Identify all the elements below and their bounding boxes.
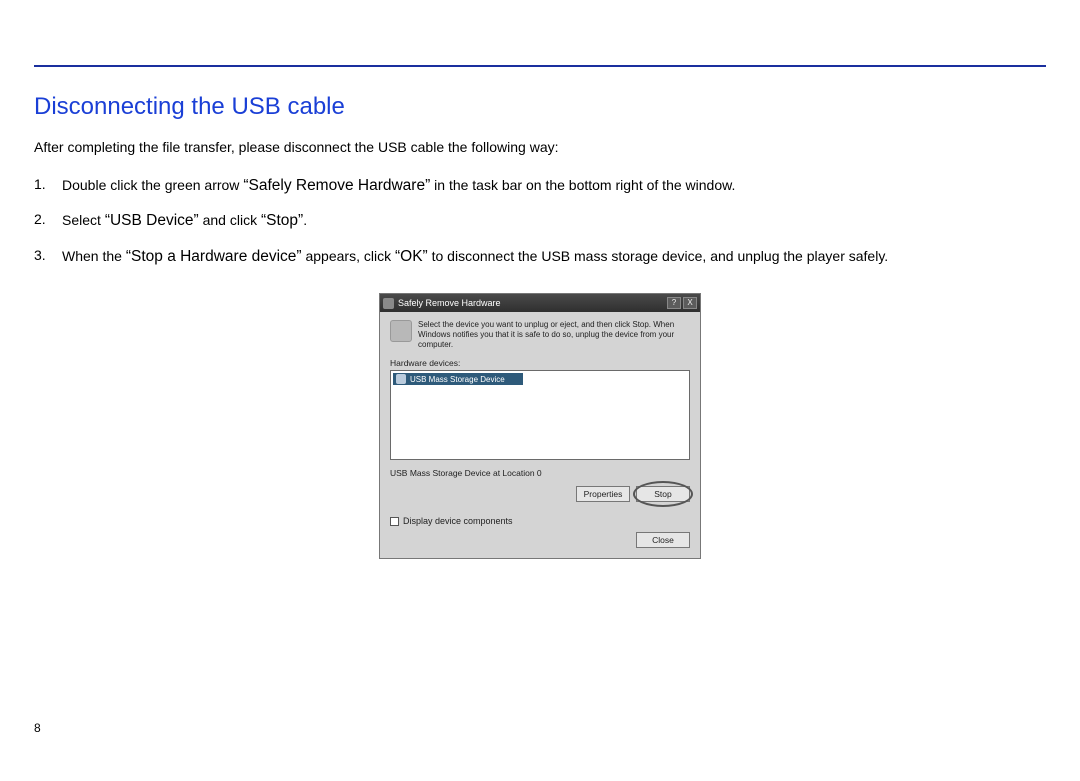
step-text: Select USB Device and click Stop. — [62, 206, 1046, 235]
intro-text: After completing the file transfer, plea… — [34, 139, 1046, 155]
quoted-term: Safely Remove Hardware — [243, 177, 430, 194]
step-text: When the Stop a Hardware device appears,… — [62, 242, 1046, 271]
quoted-term: Stop — [261, 212, 303, 229]
dialog-description: Select the device you want to unplug or … — [418, 320, 690, 350]
help-button[interactable]: ? — [667, 297, 681, 309]
top-rule — [34, 65, 1046, 67]
dialog-title-icon — [383, 298, 394, 309]
steps-list: 1. Double click the green arrow Safely R… — [34, 171, 1046, 271]
stop-button[interactable]: Stop — [636, 486, 690, 502]
close-dialog-button[interactable]: Close — [636, 532, 690, 548]
hardware-devices-label: Hardware devices: — [390, 358, 690, 368]
hardware-devices-listbox[interactable]: USB Mass Storage Device — [390, 370, 690, 460]
list-item-label: USB Mass Storage Device — [410, 375, 505, 384]
dialog-titlebar: Safely Remove Hardware ? X — [380, 294, 700, 312]
display-components-checkbox[interactable] — [390, 517, 399, 526]
step-3: 3. When the Stop a Hardware device appea… — [34, 242, 1046, 271]
page-number: 8 — [34, 721, 41, 735]
dialog-title: Safely Remove Hardware — [398, 298, 665, 308]
display-components-label: Display device components — [403, 516, 513, 526]
device-status: USB Mass Storage Device at Location 0 — [390, 468, 690, 478]
safely-remove-dialog: Safely Remove Hardware ? X Select the de… — [379, 293, 701, 559]
section-title: Disconnecting the USB cable — [34, 93, 1046, 121]
step-2: 2. Select USB Device and click Stop. — [34, 206, 1046, 235]
list-item[interactable]: USB Mass Storage Device — [393, 373, 523, 385]
properties-button[interactable]: Properties — [576, 486, 630, 502]
step-number: 2. — [34, 206, 62, 235]
step-text: Double click the green arrow Safely Remo… — [62, 171, 1046, 200]
step-number: 3. — [34, 242, 62, 271]
usb-icon — [396, 374, 406, 384]
step-1: 1. Double click the green arrow Safely R… — [34, 171, 1046, 200]
close-button[interactable]: X — [683, 297, 697, 309]
quoted-term: USB Device — [105, 212, 199, 229]
quoted-term: Stop a Hardware device — [126, 248, 302, 265]
device-icon — [390, 320, 412, 342]
step-number: 1. — [34, 171, 62, 200]
quoted-term: OK — [395, 248, 428, 265]
